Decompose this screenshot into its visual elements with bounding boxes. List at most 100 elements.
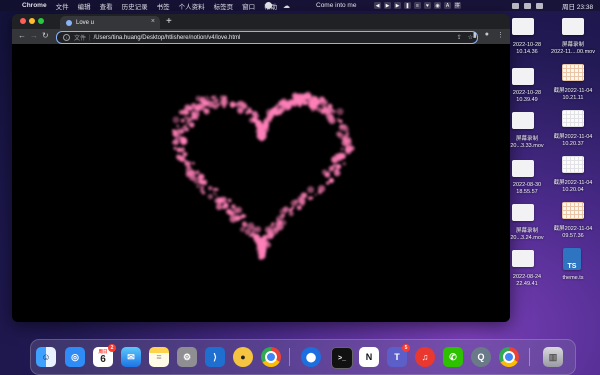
dictionary-icon[interactable]: A	[444, 2, 451, 9]
heart-particle	[259, 130, 263, 134]
menu-history[interactable]: 历史记录	[122, 1, 148, 11]
quicktime-icon[interactable]: Q	[471, 347, 491, 367]
heart-particle	[275, 112, 279, 116]
url-text[interactable]: /Users/tina.huang/Desktop/htlishere/noti…	[94, 35, 241, 41]
prev-track-icon[interactable]: ◀	[374, 2, 381, 9]
heart-particle	[282, 103, 288, 109]
menu-profile[interactable]: 个人资料	[179, 1, 205, 11]
heart-particle	[240, 227, 245, 232]
heart-particle	[180, 147, 185, 152]
heart-particle	[188, 163, 191, 166]
heart-particle	[291, 206, 295, 210]
menu-view[interactable]: 查看	[100, 1, 113, 11]
menu-window[interactable]: 窗口	[242, 1, 255, 11]
chrome-recent-icon[interactable]	[499, 347, 519, 367]
heart-particle	[229, 101, 236, 107]
heart-particle	[222, 206, 226, 210]
heart-particle	[337, 117, 340, 120]
heart-particle	[294, 199, 299, 204]
tab-love-u[interactable]: Love u ×	[60, 16, 160, 29]
heart-particle	[214, 199, 217, 203]
lyrics-icon[interactable]: ≡	[414, 2, 421, 9]
heart-particle	[329, 179, 332, 182]
heart-particle	[273, 225, 281, 233]
heart-particle	[213, 95, 217, 99]
wifi-icon[interactable]	[512, 2, 519, 9]
screen-recording-icon[interactable]	[265, 2, 272, 9]
heart-particle	[279, 214, 285, 219]
zoom-window-button[interactable]	[38, 18, 44, 24]
video-thumbnail	[512, 112, 534, 129]
file-name: 截屏2022-11-04 10.20.37	[553, 134, 593, 147]
file-name: 截屏2022-11-04 09.57.36	[553, 226, 593, 239]
heart-particle	[182, 152, 188, 157]
profile-icon[interactable]: ●	[485, 31, 489, 39]
heart-particle	[271, 222, 275, 226]
pause-icon[interactable]: ❚	[404, 2, 411, 9]
heart-particle	[307, 196, 312, 201]
calendar-icon[interactable]: 周日 6 2	[93, 344, 116, 367]
heart-particle	[206, 97, 210, 100]
side-panel-icon[interactable]: ▮	[473, 31, 477, 39]
menu-edit[interactable]: 编辑	[78, 1, 91, 11]
heart-particle	[300, 102, 302, 105]
share-icon[interactable]: ⇪	[457, 34, 462, 41]
heart-particle	[321, 169, 328, 175]
wechat-status-icon[interactable]: ☁	[283, 2, 290, 10]
heart-particle	[215, 203, 223, 210]
teams-icon[interactable]: T5	[387, 344, 410, 367]
heart-particle	[344, 136, 351, 143]
search-icon[interactable]	[524, 2, 531, 9]
back-icon[interactable]: ←	[18, 31, 26, 40]
trash-icon[interactable]: ▥	[543, 347, 563, 367]
heart-particle	[263, 242, 267, 245]
menu-tabs[interactable]: 标签页	[214, 1, 234, 11]
heart-particle	[307, 186, 315, 194]
particle-heart	[172, 91, 355, 260]
new-tab-button[interactable]: +	[166, 16, 172, 27]
minimize-window-button[interactable]	[29, 18, 35, 24]
mail-icon[interactable]: ✉	[121, 347, 141, 367]
address-bar[interactable]: i 文件 | /Users/tina.huang/Desktop/htlishe…	[56, 31, 478, 44]
video-thumbnail	[512, 204, 534, 221]
favorite-icon[interactable]: ♥	[424, 2, 431, 9]
menubar-clock[interactable]: 周日 23:38	[562, 1, 593, 11]
heart-particle	[224, 202, 228, 206]
menu-bookmarks[interactable]: 书签	[157, 1, 170, 11]
heart-particle	[344, 145, 352, 153]
heart-particle	[314, 193, 317, 196]
now-playing-title[interactable]: Come into me	[316, 2, 356, 9]
heart-particle	[282, 206, 289, 213]
close-tab-icon[interactable]: ×	[151, 18, 155, 25]
heart-particle	[176, 124, 180, 128]
next-track-icon[interactable]: ▶	[394, 2, 401, 9]
reload-icon[interactable]: ↻	[42, 31, 49, 40]
chrome-icon[interactable]	[261, 347, 281, 367]
notion-icon[interactable]: N	[359, 347, 379, 367]
heart-particle	[287, 105, 291, 110]
finder-icon[interactable]: ☺	[36, 347, 56, 367]
heart-particle	[193, 111, 200, 119]
netease-music-icon[interactable]: ♫	[415, 347, 435, 367]
vscode-icon[interactable]: ⟩	[205, 347, 225, 367]
heart-particle	[251, 111, 258, 117]
safari-icon[interactable]: ◎	[65, 347, 85, 367]
play-icon[interactable]: ▶	[384, 2, 391, 9]
heart-particle	[229, 215, 237, 223]
menu-file[interactable]: 文件	[56, 1, 69, 11]
light-app-icon[interactable]: ●	[233, 347, 253, 367]
more-menu-icon[interactable]: ⋮	[497, 31, 504, 39]
wechat-icon[interactable]: ✆	[443, 347, 463, 367]
forward-icon[interactable]: →	[30, 31, 38, 40]
terminal-icon[interactable]: >_	[331, 347, 353, 369]
input-method-icon[interactable]: 拼	[454, 2, 461, 9]
heart-particle	[240, 214, 246, 219]
system-settings-icon[interactable]: ⚙	[177, 347, 197, 367]
control-center-icon[interactable]	[536, 2, 543, 9]
menu-app-chrome[interactable]: Chrome	[22, 2, 47, 9]
netease-icon[interactable]: ◉	[434, 2, 441, 9]
notes-icon[interactable]: ≡	[149, 347, 169, 367]
sourcetree-icon[interactable]: ⬤	[301, 347, 321, 367]
close-window-button[interactable]	[20, 18, 26, 24]
site-info-icon[interactable]: i	[63, 34, 70, 41]
